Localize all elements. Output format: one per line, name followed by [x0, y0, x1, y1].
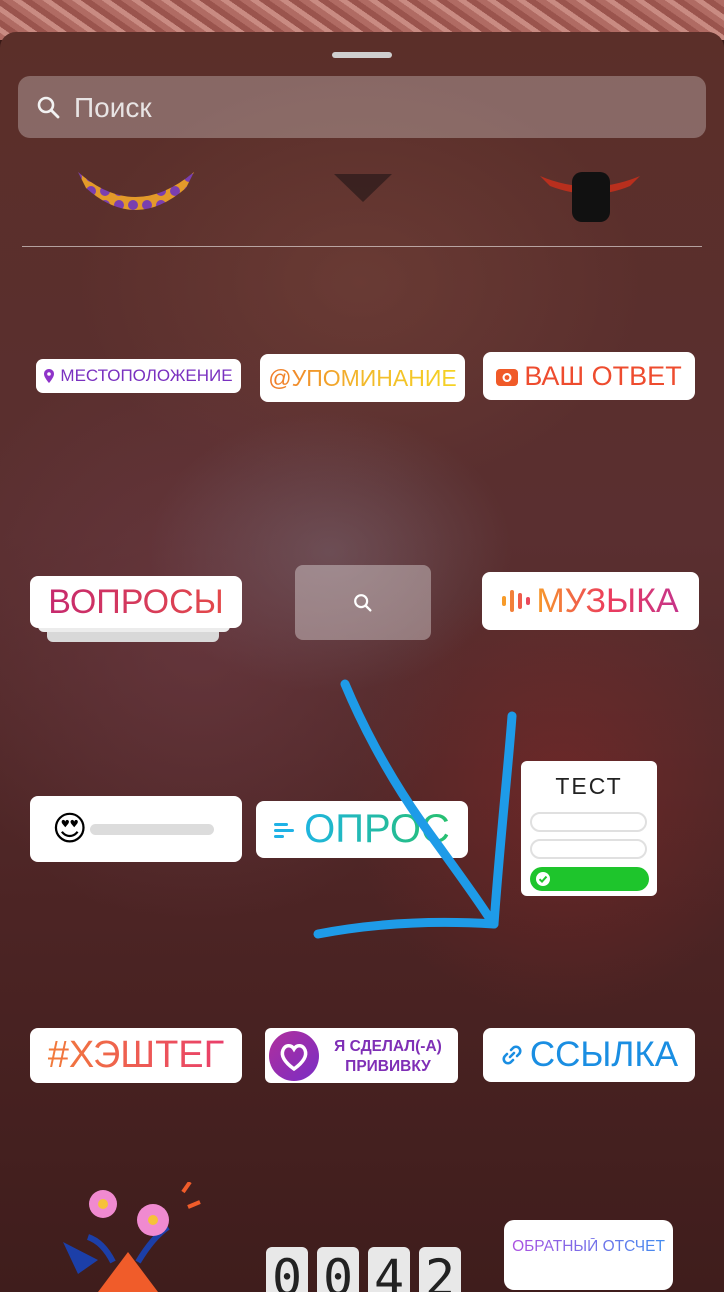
mention-label: @УПОМИНАНИЕ: [268, 364, 457, 391]
gif-search-icon: [354, 593, 372, 612]
slider-track: [90, 824, 214, 835]
emoji-slider-sticker[interactable]: 😍: [30, 796, 242, 862]
poll-label: ОПРОС: [304, 807, 450, 851]
clock-digit: 0: [317, 1247, 359, 1292]
smile-sticker[interactable]: [78, 172, 194, 210]
sticker-tray[interactable]: Поиск МЕСТОПОЛОЖЕНИЕ @УПОМИНАНИЕ ВАШ ОТВ…: [0, 32, 724, 1292]
search-icon: [37, 96, 60, 119]
questions-sticker[interactable]: ВОПРОСЫ: [30, 576, 242, 628]
countdown-label: ОБРАТНЫЙ ОТСЧЕТ: [504, 1238, 673, 1256]
link-sticker[interactable]: ССЫЛКА: [483, 1028, 695, 1082]
poll-sticker[interactable]: ОПРОС: [256, 801, 468, 858]
link-label: ССЫЛКА: [529, 1035, 679, 1074]
link-chain-icon: [502, 1045, 522, 1065]
vaccine-text: Я СДЕЛАЛ(-А) ПРИВИВКУ: [325, 1037, 451, 1077]
gif-search-sticker[interactable]: [295, 565, 431, 640]
search-input[interactable]: Поиск: [74, 92, 152, 124]
clock-digit: 2: [419, 1247, 461, 1292]
flowers-sticker[interactable]: [58, 1182, 208, 1292]
vaccine-line2: ПРИВИВКУ: [345, 1058, 431, 1075]
hashtag-sticker[interactable]: #ХЭШТЕГ: [30, 1028, 242, 1083]
quiz-option: [530, 812, 647, 832]
mention-sticker[interactable]: @УПОМИНАНИЕ: [260, 354, 465, 402]
location-sticker[interactable]: МЕСТОПОЛОЖЕНИЕ: [36, 359, 241, 393]
check-icon: [536, 872, 550, 886]
quiz-correct-option: [530, 867, 649, 891]
questions-label: ВОПРОСЫ: [48, 582, 224, 621]
location-label: МЕСТОПОЛОЖЕНИЕ: [60, 366, 233, 385]
mouth-sticker-tongue: [572, 172, 610, 222]
quiz-title: ТЕСТ: [555, 773, 623, 799]
quiz-sticker[interactable]: ТЕСТ: [521, 761, 657, 896]
recent-stickers-row: [0, 142, 724, 222]
vaccine-sticker[interactable]: Я СДЕЛАЛ(-А) ПРИВИВКУ: [265, 1028, 458, 1083]
quiz-option: [530, 839, 647, 859]
hashtag-label: #ХЭШТЕГ: [47, 1034, 225, 1076]
music-sticker[interactable]: МУЗЫКА: [482, 572, 699, 630]
triangle-sticker[interactable]: [334, 174, 392, 202]
poll-lines-icon: [274, 822, 295, 838]
your-answer-label: ВАШ ОТВЕТ: [524, 360, 682, 391]
heart-eyes-emoji: 😍: [52, 810, 88, 848]
clock-sticker[interactable]: 0 0 4 2: [266, 1247, 462, 1292]
vaccine-line1: Я СДЕЛАЛ(-А): [334, 1038, 442, 1055]
camera-icon: [496, 369, 519, 386]
drag-handle[interactable]: [332, 52, 392, 58]
heart-badge-icon: [269, 1031, 319, 1081]
your-answer-sticker[interactable]: ВАШ ОТВЕТ: [483, 352, 695, 400]
partial-stickers: [78, 172, 640, 222]
search-bar[interactable]: Поиск: [18, 76, 706, 138]
music-bars-icon: [502, 590, 531, 612]
clock-digit: 0: [266, 1247, 308, 1292]
clock-digit: 4: [368, 1247, 410, 1292]
music-label: МУЗЫКА: [536, 581, 679, 620]
location-pin-icon: [44, 369, 55, 383]
section-divider: [22, 246, 702, 247]
